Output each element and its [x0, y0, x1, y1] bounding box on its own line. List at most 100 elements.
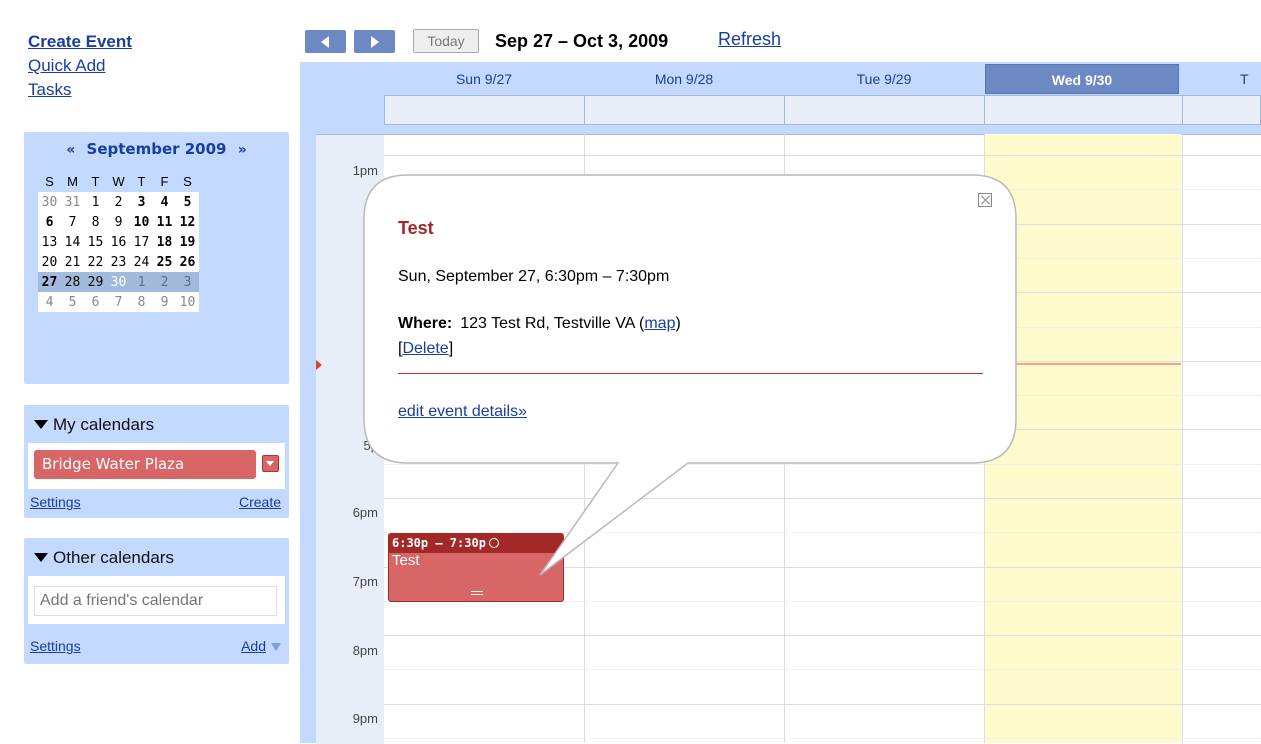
quick-add-link[interactable]: Quick Add — [28, 56, 106, 75]
other-calendars-title: Other calendars — [53, 548, 174, 567]
mini-day[interactable]: 6 — [38, 212, 61, 232]
mini-day[interactable]: 1 — [84, 192, 107, 212]
other-calendars-toggle[interactable]: Other calendars — [34, 548, 174, 568]
mini-day[interactable]: 4 — [153, 192, 176, 212]
delete-event-link[interactable]: Delete — [402, 340, 448, 357]
dow-label: T — [91, 173, 100, 189]
day-header-wed[interactable]: Wed 9/30 — [985, 64, 1179, 94]
mini-day[interactable]: 19 — [176, 232, 199, 252]
mini-day[interactable]: 27 — [38, 272, 61, 292]
add-calendar-link[interactable]: Add — [241, 638, 266, 654]
my-calendars-title: My calendars — [53, 415, 155, 434]
dow-label: S — [183, 173, 192, 189]
mini-day[interactable]: 20 — [38, 252, 61, 272]
mini-day[interactable]: 2 — [107, 192, 130, 212]
close-icon[interactable] — [978, 193, 992, 207]
calendar-menu-dropdown-icon[interactable] — [262, 455, 279, 472]
mini-day[interactable]: 25 — [153, 252, 176, 272]
mini-day[interactable]: 24 — [130, 252, 153, 272]
hour-label: 7pm — [352, 574, 378, 589]
day-header-sun[interactable]: Sun 9/27 — [384, 64, 584, 94]
mini-day[interactable]: 29 — [84, 272, 107, 292]
mini-day[interactable]: 3 — [176, 272, 199, 292]
mini-day[interactable]: 9 — [107, 212, 130, 232]
all-day-row[interactable] — [384, 95, 1261, 125]
mini-day[interactable]: 21 — [61, 252, 84, 272]
mini-day[interactable]: 9 — [153, 292, 176, 312]
mini-day[interactable]: 6 — [84, 292, 107, 312]
calendar-item-bridge-water-plaza[interactable]: Bridge Water Plaza — [34, 450, 256, 479]
mini-day[interactable]: 5 — [61, 292, 84, 312]
mini-day[interactable]: 10 — [176, 292, 199, 312]
mini-day[interactable]: 8 — [84, 212, 107, 232]
mini-day[interactable]: 18 — [153, 232, 176, 252]
map-link[interactable]: map — [644, 315, 675, 332]
other-calendars-panel: Other calendars Settings Add — [24, 538, 289, 664]
mini-day[interactable]: 2 — [153, 272, 176, 292]
mini-day[interactable]: 12 — [176, 212, 199, 232]
mini-day[interactable]: 7 — [61, 212, 84, 232]
date-range-title: Sep 27 – Oct 3, 2009 — [495, 31, 669, 51]
mini-day[interactable]: 31 — [61, 192, 84, 212]
event-time-header: 6:30p – 7:30p — [389, 534, 563, 553]
mini-day[interactable]: 26 — [176, 252, 199, 272]
hour-label: 9pm — [352, 711, 378, 726]
mini-day[interactable]: 23 — [107, 252, 130, 272]
mini-day[interactable]: 16 — [107, 232, 130, 252]
day-header-tue[interactable]: Tue 9/29 — [784, 64, 984, 94]
where-label: Where: — [398, 315, 453, 332]
mini-day[interactable]: 4 — [38, 292, 61, 312]
mini-day[interactable]: 15 — [84, 232, 107, 252]
mini-day[interactable]: 3 — [130, 192, 153, 212]
reminder-bell-icon — [488, 537, 499, 548]
dow-label: S — [45, 173, 54, 189]
day-header-thu[interactable]: T — [1240, 64, 1261, 94]
add-friend-calendar-input[interactable] — [34, 586, 277, 616]
other-calendars-body — [28, 576, 285, 624]
create-event-link[interactable]: Create Event — [28, 32, 132, 51]
mini-day-today[interactable]: 30 — [107, 272, 130, 292]
tasks-link[interactable]: Tasks — [28, 80, 71, 99]
hour-gridline — [384, 704, 1261, 705]
mini-day[interactable]: 5 — [176, 192, 199, 212]
edit-event-details-link[interactable]: edit event details» — [398, 403, 527, 421]
nav-links: Create Event Quick Add Tasks — [28, 30, 132, 102]
create-calendar-link[interactable]: Create — [239, 494, 281, 510]
mini-day[interactable]: 7 — [107, 292, 130, 312]
my-calendars-list: Bridge Water Plaza — [28, 443, 285, 489]
triangle-down-icon — [34, 553, 48, 563]
all-day-divider — [784, 96, 785, 124]
mini-day[interactable]: 1 — [130, 272, 153, 292]
my-calendars-settings-link[interactable]: Settings — [30, 494, 81, 510]
event-block[interactable]: 6:30p – 7:30p Test — [388, 533, 564, 602]
my-calendars-footer: Settings Create — [30, 494, 281, 510]
mini-day[interactable]: 30 — [38, 192, 61, 212]
day-header-mon[interactable]: Mon 9/28 — [584, 64, 784, 94]
delete-row: [Delete] — [398, 340, 454, 357]
event-title: Test — [392, 552, 420, 569]
today-button[interactable]: Today — [413, 29, 479, 53]
half-hour-gridline — [384, 464, 1261, 465]
mini-day[interactable]: 8 — [130, 292, 153, 312]
my-calendars-toggle[interactable]: My calendars — [34, 415, 154, 435]
dropdown-arrow-icon — [271, 643, 281, 651]
mini-day[interactable]: 14 — [61, 232, 84, 252]
prev-month-icon[interactable]: « — [60, 142, 81, 158]
mini-day[interactable]: 28 — [61, 272, 84, 292]
dow-label: M — [67, 173, 78, 189]
mini-day[interactable]: 11 — [153, 212, 176, 232]
event-resize-handle-icon[interactable] — [471, 591, 483, 595]
bubble-event-when: Sun, September 27, 6:30pm – 7:30pm — [398, 268, 670, 285]
mini-day[interactable]: 22 — [84, 252, 107, 272]
mini-day[interactable]: 17 — [130, 232, 153, 252]
mini-day[interactable]: 13 — [38, 232, 61, 252]
next-period-button[interactable] — [354, 30, 395, 53]
mini-day[interactable]: 10 — [130, 212, 153, 232]
prev-period-button[interactable] — [305, 30, 346, 53]
other-calendars-settings-link[interactable]: Settings — [30, 638, 81, 654]
next-month-icon[interactable]: » — [232, 142, 253, 158]
refresh-link[interactable]: Refresh — [718, 29, 781, 50]
add-calendar-menu[interactable]: Add — [241, 638, 281, 654]
event-details-bubble: Test Sun, September 27, 6:30pm – 7:30pm … — [364, 175, 1016, 463]
event-time: 6:30p – 7:30p — [392, 536, 486, 550]
